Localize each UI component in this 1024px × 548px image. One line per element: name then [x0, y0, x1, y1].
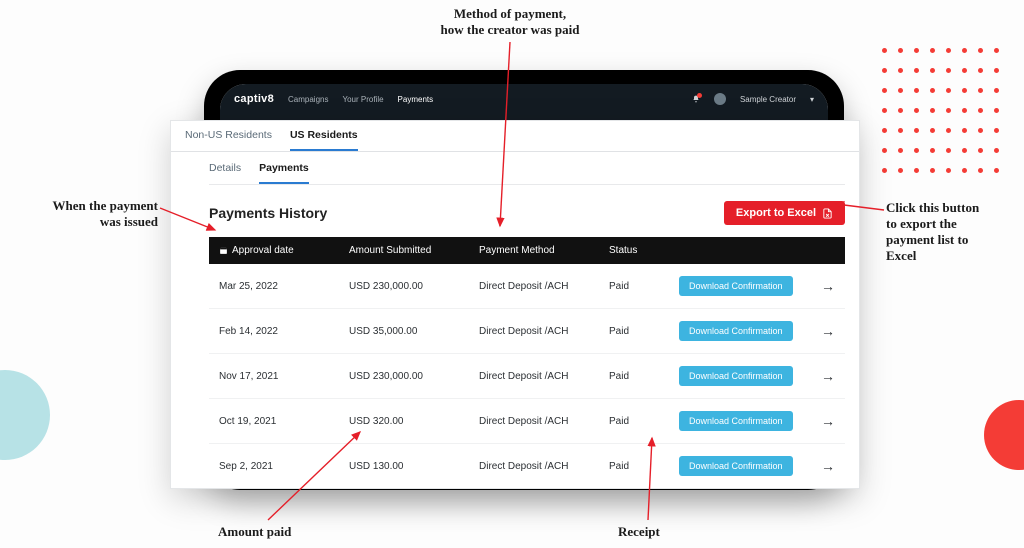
subtab-details[interactable]: Details: [209, 162, 241, 184]
download-confirmation-button[interactable]: Download Confirmation: [679, 321, 793, 341]
table-row: Oct 19, 2021USD 320.00Direct Deposit /AC…: [209, 399, 845, 444]
row-expand-arrow-icon[interactable]: →: [805, 368, 835, 384]
cell-approval-date: Oct 19, 2021: [219, 416, 349, 427]
cell-approval-date: Sep 2, 2021: [219, 461, 349, 472]
cell-status: Paid: [609, 416, 679, 427]
app-topbar: captiv8 Campaigns Your Profile Payments …: [220, 84, 828, 114]
col-amount-submitted[interactable]: Amount Submitted: [349, 245, 479, 256]
download-confirmation-button[interactable]: Download Confirmation: [679, 411, 793, 431]
table-row: Feb 14, 2022USD 35,000.00Direct Deposit …: [209, 309, 845, 354]
cell-method: Direct Deposit /ACH: [479, 416, 609, 427]
caret-down-icon[interactable]: ▾: [810, 95, 814, 104]
cell-amount: USD 320.00: [349, 416, 479, 427]
cell-approval-date: Mar 25, 2022: [219, 281, 349, 292]
row-expand-arrow-icon[interactable]: →: [805, 458, 835, 474]
tab-non-us-residents[interactable]: Non-US Residents: [185, 129, 272, 151]
callout-payment-method: Method of payment, how the creator was p…: [380, 6, 640, 38]
cell-status: Paid: [609, 371, 679, 382]
calendar-icon: [219, 246, 228, 255]
nav-campaigns[interactable]: Campaigns: [288, 95, 328, 104]
avatar[interactable]: [714, 93, 726, 105]
col-payment-method[interactable]: Payment Method: [479, 245, 609, 256]
cell-amount: USD 230,000.00: [349, 281, 479, 292]
download-confirmation-button[interactable]: Download Confirmation: [679, 456, 793, 476]
settings-subtabs: Details Payments: [209, 162, 845, 185]
table-header-row: Approval date Amount Submitted Payment M…: [209, 237, 845, 264]
payments-table: Approval date Amount Submitted Payment M…: [209, 237, 845, 488]
table-row: Nov 17, 2021USD 230,000.00Direct Deposit…: [209, 354, 845, 399]
cell-amount: USD 130.00: [349, 461, 479, 472]
row-expand-arrow-icon[interactable]: →: [805, 278, 835, 294]
excel-file-icon: [822, 208, 833, 219]
cell-method: Direct Deposit /ACH: [479, 371, 609, 382]
decorative-dot-grid: [882, 48, 1002, 158]
user-menu-label[interactable]: Sample Creator: [740, 95, 796, 104]
cell-method: Direct Deposit /ACH: [479, 326, 609, 337]
cell-amount: USD 230,000.00: [349, 371, 479, 382]
table-row: Mar 25, 2022USD 230,000.00Direct Deposit…: [209, 264, 845, 309]
col-status[interactable]: Status: [609, 245, 679, 256]
cell-approval-date: Nov 17, 2021: [219, 371, 349, 382]
cell-amount: USD 35,000.00: [349, 326, 479, 337]
settings-sheet: Non-US Residents US Residents Details Pa…: [170, 120, 860, 489]
export-button-label: Export to Excel: [736, 207, 816, 219]
row-expand-arrow-icon[interactable]: →: [805, 413, 835, 429]
residency-tabs: Non-US Residents US Residents: [171, 121, 859, 152]
table-row: Sep 2, 2021USD 130.00Direct Deposit /ACH…: [209, 444, 845, 488]
row-expand-arrow-icon[interactable]: →: [805, 323, 835, 339]
payments-history-title: Payments History: [209, 205, 327, 221]
cell-method: Direct Deposit /ACH: [479, 281, 609, 292]
callout-approval-date: When the payment was issued: [8, 198, 158, 230]
callout-export-button: Click this button to export the payment …: [886, 200, 1016, 264]
nav-profile[interactable]: Your Profile: [342, 95, 383, 104]
callout-receipt: Receipt: [618, 524, 660, 540]
cell-status: Paid: [609, 461, 679, 472]
bell-icon[interactable]: [692, 95, 700, 103]
decorative-circle-right: [984, 400, 1024, 470]
nav-payments[interactable]: Payments: [398, 95, 434, 104]
col-approval-date[interactable]: Approval date: [219, 245, 349, 256]
cell-status: Paid: [609, 326, 679, 337]
cell-approval-date: Feb 14, 2022: [219, 326, 349, 337]
brand-logo: captiv8: [234, 93, 274, 105]
callout-amount-paid: Amount paid: [218, 524, 291, 540]
subtab-payments[interactable]: Payments: [259, 162, 309, 184]
notification-dot: [697, 93, 702, 98]
cell-method: Direct Deposit /ACH: [479, 461, 609, 472]
col-approval-date-label: Approval date: [232, 245, 294, 256]
tab-us-residents[interactable]: US Residents: [290, 129, 358, 151]
download-confirmation-button[interactable]: Download Confirmation: [679, 366, 793, 386]
download-confirmation-button[interactable]: Download Confirmation: [679, 276, 793, 296]
decorative-circle-left: [0, 370, 50, 460]
export-to-excel-button[interactable]: Export to Excel: [724, 201, 845, 225]
cell-status: Paid: [609, 281, 679, 292]
